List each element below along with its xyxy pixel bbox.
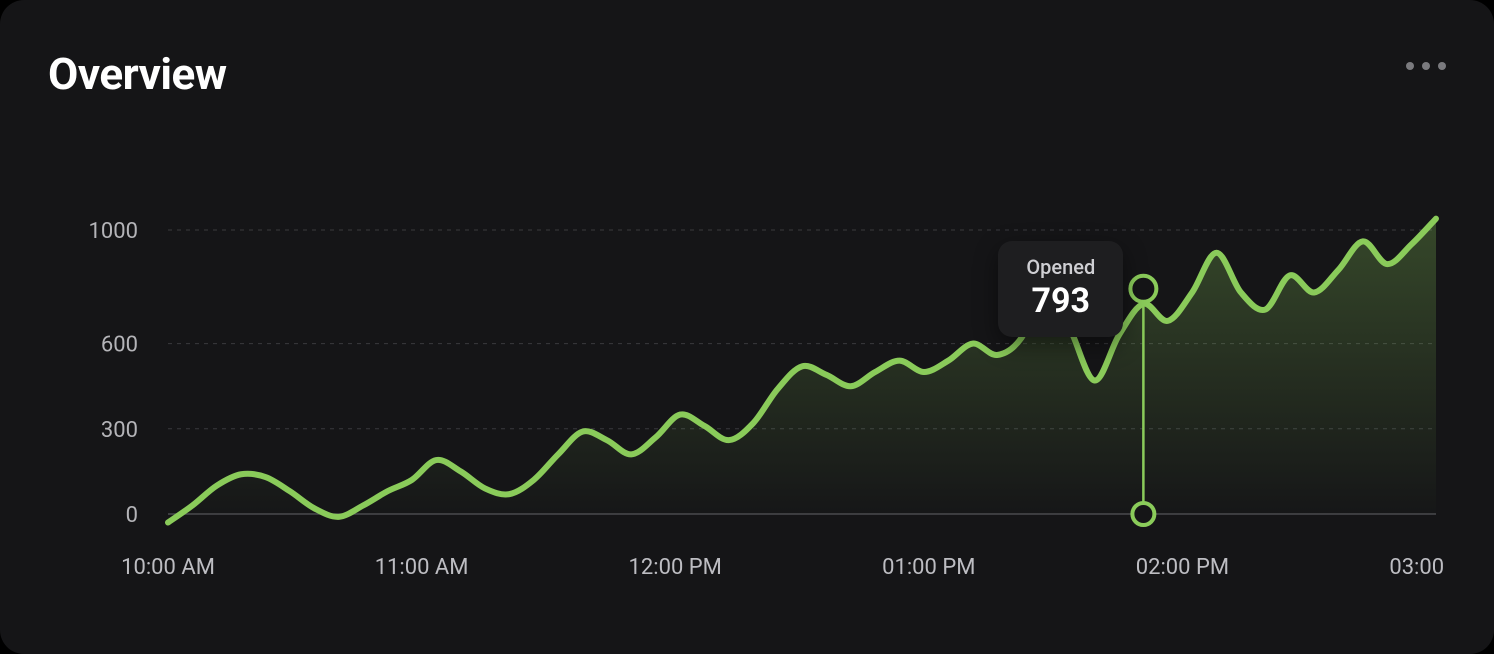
svg-text:300: 300 (101, 418, 138, 443)
more-options-button[interactable] (1406, 62, 1446, 70)
tooltip-label: Opened (1026, 255, 1095, 279)
ellipsis-icon (1438, 62, 1446, 70)
svg-text:0: 0 (126, 503, 138, 528)
svg-text:600: 600 (101, 333, 138, 358)
svg-text:02:00 PM: 02:00 PM (1136, 555, 1229, 580)
svg-text:11:00 AM: 11:00 AM (375, 555, 469, 580)
chart-tooltip: Opened 793 (998, 241, 1123, 337)
tooltip-value: 793 (1026, 281, 1095, 321)
ellipsis-icon (1422, 62, 1430, 70)
overview-line-chart: 0 300 600 1000 10:00 AM 11:00 AM 12:00 PM 01:00… (48, 190, 1446, 614)
svg-text:03:00 PM: 03:00 PM (1389, 555, 1446, 580)
svg-text:10:00 AM: 10:00 AM (121, 555, 215, 580)
ellipsis-icon (1406, 62, 1414, 70)
svg-text:01:00 PM: 01:00 PM (882, 555, 975, 580)
overview-card: Overview 0 300 600 1000 10:00 AM 11:00 AM 12:0… (0, 0, 1494, 654)
svg-text:1000: 1000 (89, 219, 138, 244)
page-title: Overview (48, 48, 227, 100)
chart-area: 0 300 600 1000 10:00 AM 11:00 AM 12:00 PM 01:00… (48, 190, 1446, 614)
svg-text:12:00 PM: 12:00 PM (629, 555, 722, 580)
